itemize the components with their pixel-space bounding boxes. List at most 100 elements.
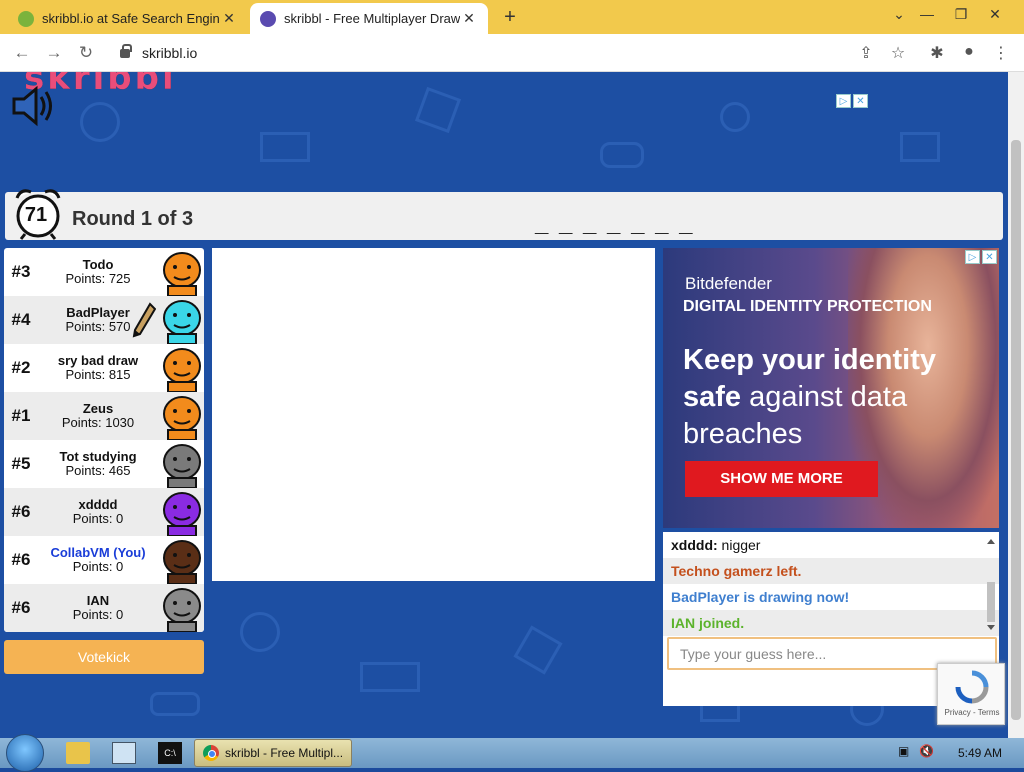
restore-icon[interactable]: ❐	[946, 6, 976, 23]
folder-icon[interactable]	[66, 742, 90, 764]
player-points: Points: 0	[72, 511, 124, 526]
player-rank: #6	[11, 598, 31, 617]
ad-headline: Keep your identity safe against data bre…	[683, 342, 953, 453]
recaptcha-links[interactable]: Privacy - Terms	[938, 708, 1006, 717]
tab-safe-search[interactable]: skribbl.io at Safe Search Engine ✕	[8, 3, 248, 34]
forward-icon[interactable]: →	[42, 43, 66, 63]
player-points: Points: 725	[65, 271, 131, 286]
player-info: xdddd Points: 0	[38, 498, 158, 526]
ad-cta-button[interactable]: SHOW ME MORE	[685, 461, 878, 497]
notepad-icon[interactable]	[112, 742, 136, 764]
speaker-icon[interactable]	[10, 85, 56, 127]
page-scrollbar[interactable]	[1008, 72, 1024, 738]
player-row[interactable]: #1 Zeus Points: 1030	[4, 392, 204, 440]
chat-text: nigger	[717, 537, 761, 553]
extensions-icon[interactable]: ✱	[926, 43, 948, 63]
bitdefender-ad[interactable]: Bitdefender DIGITAL IDENTITY PROTECTION …	[663, 248, 999, 528]
recaptcha-badge[interactable]: Privacy - Terms	[937, 663, 1005, 725]
player-row[interactable]: #6 IAN Points: 0	[4, 584, 204, 632]
browser-tab-bar: skribbl.io at Safe Search Engine ✕ skrib…	[0, 0, 1024, 34]
player-row[interactable]: #4 BadPlayer Points: 570	[4, 296, 204, 344]
player-avatar	[163, 396, 201, 440]
share-icon[interactable]: ⇪	[855, 43, 877, 63]
player-rank: #4	[11, 310, 31, 329]
player-info: Todo Points: 725	[38, 258, 158, 286]
close-icon[interactable]: ✕	[853, 94, 868, 108]
system-tray: ▣ 🔇	[898, 744, 934, 758]
close-tab-icon[interactable]: ✕	[220, 10, 238, 27]
player-points: Points: 465	[65, 463, 131, 478]
clock[interactable]: 5:49 AM	[958, 746, 1002, 760]
player-info: CollabVM (You) Points: 0	[38, 546, 158, 574]
player-avatar	[163, 348, 201, 392]
player-info: Zeus Points: 1030	[38, 402, 158, 430]
chat-username: xdddd:	[671, 537, 718, 553]
reload-icon[interactable]: ↻	[74, 43, 98, 63]
player-name: CollabVM (You)	[50, 545, 146, 560]
player-row[interactable]: #2 sry bad draw Points: 815	[4, 344, 204, 392]
player-list: #3 Todo Points: 725 #4 BadPlayer Points: 570 #…	[4, 248, 204, 632]
windows-taskbar: C:\ skribbl - Free Multipl... ▣ 🔇 5:49 A…	[0, 734, 1024, 772]
url-field[interactable]: skribbl.io	[108, 39, 888, 67]
player-points: Points: 0	[72, 607, 124, 622]
start-button[interactable]	[6, 734, 44, 772]
ad-subtitle: DIGITAL IDENTITY PROTECTION	[683, 298, 932, 315]
taskbar-app-label: skribbl - Free Multipl...	[225, 746, 344, 760]
player-rank: #6	[11, 550, 31, 569]
player-avatar	[163, 492, 201, 536]
player-points: Points: 815	[65, 367, 131, 382]
profile-icon[interactable]: ●	[958, 43, 980, 61]
star-icon[interactable]: ☆	[887, 43, 909, 63]
player-rank: #1	[11, 406, 31, 425]
chat-message: xdddd: nigger	[663, 532, 999, 558]
volume-muted-icon[interactable]: 🔇	[919, 744, 934, 758]
player-name: xdddd	[78, 497, 118, 512]
player-avatar	[163, 588, 201, 632]
round-indicator: Round 1 of 3	[72, 208, 194, 230]
player-avatar	[163, 540, 201, 584]
timer-value: 71	[24, 204, 48, 226]
lock-icon	[120, 43, 132, 58]
back-icon[interactable]: ←	[10, 43, 34, 63]
player-row[interactable]: #6 CollabVM (You) Points: 0	[4, 536, 204, 584]
skribbl-page: skribbl ▷ ✕ 71 Round 1 of 3 _ _ _ _ _ _ …	[0, 72, 1008, 738]
ad-choices[interactable]: ▷ ✕	[836, 94, 868, 108]
chat-scrollbar[interactable]	[985, 536, 997, 630]
player-info: sry bad draw Points: 815	[38, 354, 158, 382]
close-window-icon[interactable]: ✕	[980, 6, 1010, 23]
tab-skribbl[interactable]: skribbl - Free Multiplayer Drawin ✕	[250, 3, 488, 34]
votekick-button[interactable]: Votekick	[4, 640, 204, 674]
network-icon[interactable]: ▣	[898, 744, 909, 758]
skribbl-favicon-icon	[260, 10, 276, 27]
scrollbar-thumb[interactable]	[1011, 140, 1021, 720]
game-header: 71 Round 1 of 3 _ _ _ _ _ _ _	[5, 189, 1003, 240]
adchoices-icon[interactable]: ▷	[965, 250, 980, 264]
url-text: skribbl.io	[142, 45, 198, 61]
player-info: Tot studying Points: 465	[38, 450, 158, 478]
plus-icon[interactable]: +	[498, 6, 522, 29]
ad-brand: Bitdefender	[685, 274, 772, 293]
menu-icon[interactable]: ⋮	[990, 43, 1012, 63]
shield-icon	[18, 10, 34, 27]
chevron-down-icon[interactable]: ⌄	[884, 6, 914, 23]
player-row[interactable]: #3 Todo Points: 725	[4, 248, 204, 296]
player-name: IAN	[86, 593, 110, 608]
player-row[interactable]: #5 Tot studying Points: 465	[4, 440, 204, 488]
player-name: Zeus	[82, 401, 114, 416]
taskbar-chrome-item[interactable]: skribbl - Free Multipl...	[194, 739, 352, 767]
address-bar: ← → ↻ skribbl.io ⇪ ☆ ✱ ● ⋮	[0, 34, 1024, 72]
player-avatar	[163, 252, 201, 296]
ad-choices[interactable]: ▷ ✕	[965, 250, 997, 264]
chrome-icon	[203, 745, 219, 761]
player-row[interactable]: #6 xdddd Points: 0	[4, 488, 204, 536]
player-avatar	[163, 300, 201, 344]
chat-messages: xdddd: nigger Techno gamerz left. BadPlaye…	[663, 532, 999, 636]
adchoices-icon[interactable]: ▷	[836, 94, 851, 108]
close-icon[interactable]: ✕	[982, 250, 997, 264]
drawing-canvas[interactable]	[212, 248, 655, 581]
chat-message: Techno gamerz left.	[663, 558, 999, 584]
cmd-icon[interactable]: C:\	[158, 742, 182, 764]
minimize-icon[interactable]: —	[912, 6, 942, 22]
player-info: IAN Points: 0	[38, 594, 158, 622]
close-tab-icon[interactable]: ✕	[460, 10, 478, 27]
